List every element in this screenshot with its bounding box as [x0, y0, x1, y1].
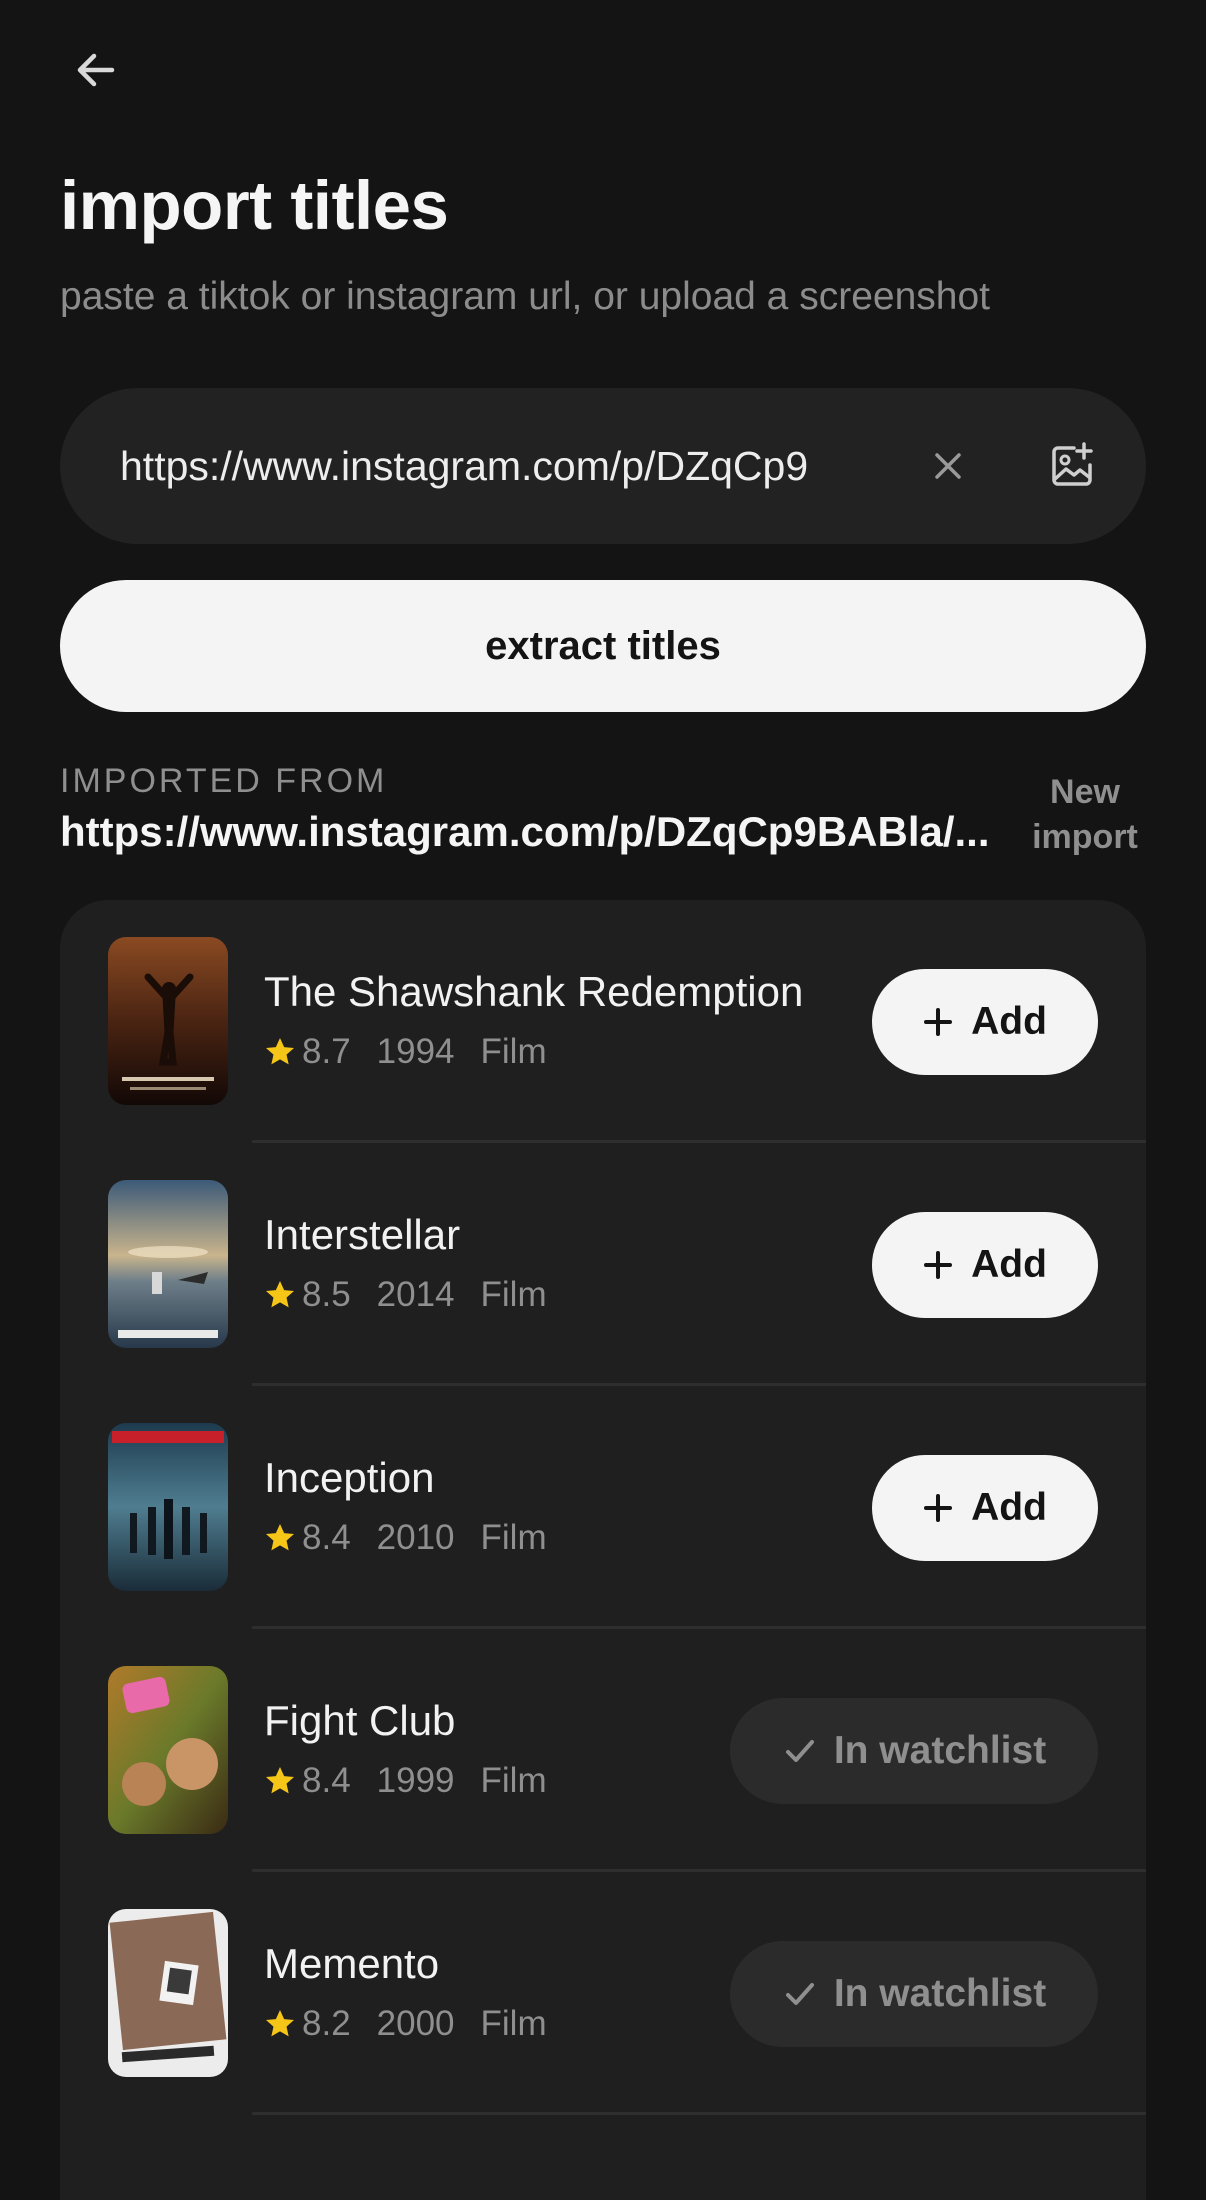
- add-button-label: Add: [971, 1486, 1047, 1529]
- media-type: Film: [480, 1518, 547, 1557]
- media-type: Film: [480, 2004, 547, 2043]
- checkmark-icon: [785, 1983, 814, 2005]
- imported-url: https://www.instagram.com/p/DZqCp9BABla/…: [60, 808, 990, 855]
- poster-image: [108, 1909, 228, 2077]
- year: 2000: [376, 2004, 455, 2043]
- poster-image: [108, 1423, 228, 1591]
- rating: 8.2: [302, 2004, 351, 2043]
- poster-image: [108, 937, 228, 1105]
- title-meta: 8.2 2000 Film: [264, 2004, 547, 2044]
- close-icon: [935, 453, 961, 479]
- checkmark-icon: [785, 1740, 814, 1762]
- list-item[interactable]: The Shawshank Redemption 8.7 1994 Film A…: [60, 900, 1146, 1143]
- title-name: Inception: [264, 1454, 435, 1501]
- page-subtitle: paste a tiktok or instagram url, or uplo…: [60, 275, 990, 318]
- list-item[interactable]: Fight Club 8.4 1999 Film In watchlist: [60, 1629, 1146, 1872]
- plus-icon: [924, 1494, 953, 1522]
- list-item[interactable]: Inception 8.4 2010 Film Add: [60, 1386, 1146, 1629]
- star-icon: [266, 1281, 294, 1308]
- in-watchlist-label: In watchlist: [833, 1972, 1047, 2015]
- rating: 8.4: [302, 1761, 351, 1800]
- year: 1994: [376, 1032, 455, 1071]
- rating: 8.4: [302, 1518, 351, 1557]
- star-icon: [266, 1038, 294, 1065]
- plus-icon: [924, 1251, 953, 1279]
- upload-screenshot-button[interactable]: [1036, 432, 1108, 500]
- title-name: Interstellar: [264, 1211, 461, 1258]
- star-icon: [266, 2010, 294, 2037]
- back-button[interactable]: [66, 40, 126, 100]
- star-icon: [266, 1524, 294, 1551]
- plus-icon: [924, 1008, 953, 1036]
- arrow-left-icon: [77, 53, 115, 87]
- add-button[interactable]: Add: [872, 1455, 1098, 1561]
- title-meta: 8.7 1994 Film: [264, 1032, 547, 1072]
- poster-image: [108, 1180, 228, 1348]
- add-button[interactable]: Add: [872, 969, 1098, 1075]
- add-button[interactable]: Add: [872, 1212, 1098, 1318]
- title-name: The Shawshank Redemption: [264, 968, 804, 1015]
- url-input-container: https://www.instagram.com/p/DZqCp9: [60, 388, 1146, 544]
- year: 1999: [376, 1761, 455, 1800]
- media-type: Film: [480, 1032, 547, 1071]
- page-title: import titles: [60, 167, 449, 244]
- image-add-icon: [1052, 442, 1093, 486]
- titles-list: The Shawshank Redemption 8.7 1994 Film A…: [60, 900, 1146, 2200]
- in-watchlist-button[interactable]: In watchlist: [730, 1698, 1098, 1804]
- in-watchlist-label: In watchlist: [833, 1729, 1047, 1772]
- imported-from-label: IMPORTED FROM: [60, 762, 388, 800]
- list-item[interactable]: Memento 8.2 2000 Film In watchlist: [60, 1872, 1146, 2115]
- extract-titles-button[interactable]: extract titles: [60, 580, 1146, 712]
- year: 2010: [376, 1518, 455, 1557]
- rating: 8.5: [302, 1275, 351, 1314]
- title-meta: 8.5 2014 Film: [264, 1275, 547, 1315]
- list-item[interactable]: Interstellar 8.5 2014 Film Add: [60, 1143, 1146, 1386]
- title-name: Fight Club: [264, 1697, 456, 1744]
- rating: 8.7: [302, 1032, 351, 1071]
- url-input[interactable]: https://www.instagram.com/p/DZqCp9: [120, 388, 910, 544]
- title-meta: 8.4 2010 Film: [264, 1518, 547, 1558]
- poster-image: [108, 1666, 228, 1834]
- clear-url-button[interactable]: [916, 434, 980, 498]
- divider: [252, 2112, 1146, 2115]
- media-type: Film: [480, 1275, 547, 1314]
- add-button-label: Add: [971, 1243, 1047, 1286]
- in-watchlist-button[interactable]: In watchlist: [730, 1941, 1098, 2047]
- new-import-button[interactable]: New import: [1020, 770, 1150, 860]
- star-icon: [266, 1767, 294, 1794]
- title-name: Memento: [264, 1940, 440, 1987]
- add-button-label: Add: [971, 1000, 1047, 1043]
- year: 2014: [376, 1275, 455, 1314]
- media-type: Film: [480, 1761, 547, 1800]
- title-meta: 8.4 1999 Film: [264, 1761, 547, 1801]
